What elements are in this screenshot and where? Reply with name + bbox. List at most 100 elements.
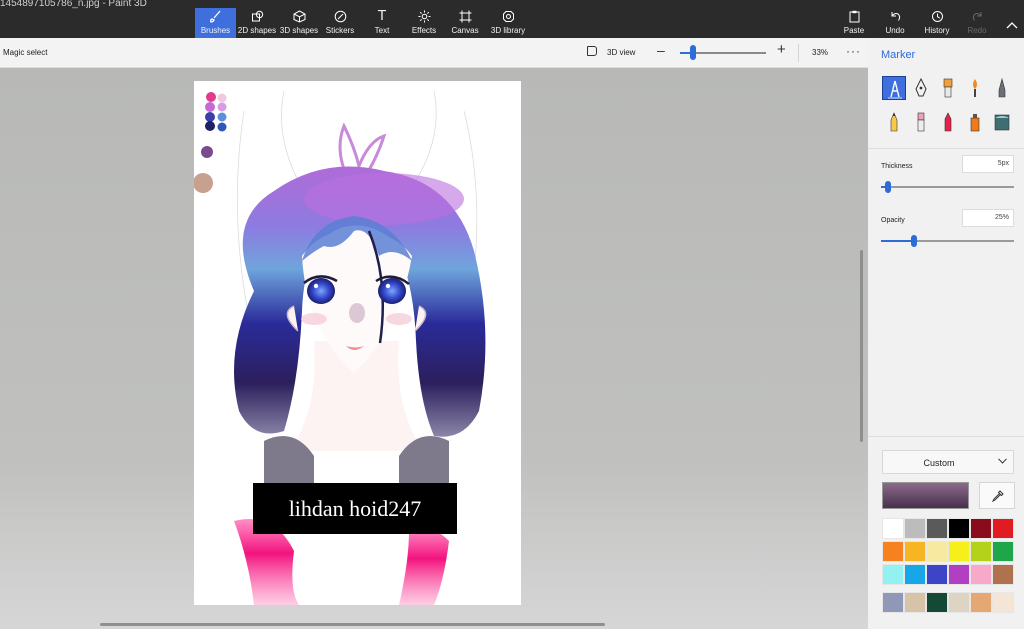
panel-title: Marker	[881, 49, 916, 61]
brush-icon	[209, 10, 222, 25]
calligraphy-pen-brush[interactable]	[909, 76, 933, 100]
palette-swatch[interactable]	[882, 541, 904, 562]
top-ribbon: 1454897105786_n.jpg - Paint 3D Brushes 2…	[0, 0, 1024, 38]
palette-swatch[interactable]	[970, 564, 992, 585]
paste-button[interactable]: Paste	[843, 8, 865, 38]
3d-library-tool[interactable]: 3D library	[490, 8, 526, 38]
spray-can-icon	[970, 114, 980, 132]
collapse-ribbon-icon[interactable]	[1006, 16, 1018, 34]
window-title: 1454897105786_n.jpg - Paint 3D	[0, 0, 147, 9]
palette-swatch[interactable]	[882, 518, 904, 539]
opacity-label: Opacity	[881, 217, 905, 224]
palette-swatch[interactable]	[904, 541, 926, 562]
brush-settings-panel: Marker Thickness 5px Opacity 25% Custom	[868, 38, 1024, 629]
palette-swatch[interactable]	[948, 518, 970, 539]
canvas-icon	[459, 10, 472, 25]
magic-select-button[interactable]: Magic select	[3, 48, 47, 57]
palette-swatch[interactable]	[948, 541, 970, 562]
color-mode-dropdown[interactable]: Custom	[882, 450, 1014, 474]
palette-swatch[interactable]	[904, 592, 926, 613]
crayon-icon	[944, 112, 952, 132]
paste-icon	[848, 10, 861, 25]
library-icon	[502, 10, 515, 25]
marker-icon	[888, 80, 902, 99]
history-button[interactable]: History	[923, 8, 951, 38]
pencil-brush[interactable]	[882, 110, 906, 134]
toolbar-divider	[798, 44, 799, 62]
drawing-canvas[interactable]: lihdan hoid247	[194, 81, 521, 605]
eraser-icon	[917, 112, 925, 132]
palette-swatch[interactable]	[904, 564, 926, 585]
palette-swatch[interactable]	[970, 518, 992, 539]
history-icon	[931, 10, 944, 25]
pencil-icon	[890, 112, 898, 132]
sticker-icon	[334, 10, 347, 25]
palette-swatch[interactable]	[970, 541, 992, 562]
undo-button[interactable]: Undo	[884, 8, 906, 38]
opacity-slider-fill	[881, 240, 915, 242]
palette-swatch[interactable]	[992, 592, 1014, 613]
palette-swatch[interactable]	[992, 564, 1014, 585]
color-mode-value: Custom	[923, 458, 955, 468]
text-tool[interactable]: T Text	[370, 8, 394, 38]
pen-icon	[915, 77, 927, 97]
redo-icon	[971, 10, 984, 25]
marker-brush[interactable]	[882, 76, 906, 100]
pixel-pen-brush[interactable]	[990, 76, 1014, 100]
text-icon: T	[378, 9, 386, 24]
palette-swatch[interactable]	[926, 564, 948, 585]
3d-view-toggle[interactable]: 3D view	[607, 48, 635, 57]
more-options-button[interactable]: ···	[846, 44, 861, 58]
oil-brush-icon	[943, 78, 953, 98]
crayon-brush[interactable]	[936, 110, 960, 134]
spray-can-brush[interactable]	[963, 110, 987, 134]
palette-swatch[interactable]	[882, 592, 904, 613]
palette-swatch[interactable]	[926, 541, 948, 562]
thickness-slider-thumb[interactable]	[884, 181, 891, 193]
pixel-pen-icon	[998, 77, 1006, 98]
horizontal-scrollbar[interactable]	[100, 623, 605, 626]
palette-swatch[interactable]	[926, 518, 948, 539]
eyedropper-icon	[992, 490, 1004, 502]
eyedropper-button[interactable]	[979, 482, 1015, 509]
shapes-2d-icon	[251, 10, 264, 25]
current-color-swatch[interactable]	[882, 482, 969, 509]
palette-swatch[interactable]	[992, 541, 1014, 562]
vertical-scrollbar[interactable]	[860, 250, 863, 442]
watermark-text: lihdan hoid247	[253, 483, 457, 534]
panel-divider	[868, 436, 1024, 437]
watercolor-icon	[973, 79, 977, 97]
eraser-brush[interactable]	[909, 110, 933, 134]
stickers-tool[interactable]: Stickers	[325, 8, 355, 38]
zoom-in-button[interactable]: +	[777, 41, 786, 58]
3d-view-icon[interactable]	[587, 46, 597, 56]
palette-swatch[interactable]	[970, 592, 992, 613]
palette-swatch[interactable]	[992, 518, 1014, 539]
undo-icon	[889, 10, 902, 25]
palette-swatch[interactable]	[904, 518, 926, 539]
watercolor-brush[interactable]	[963, 76, 987, 100]
secondary-toolbar: Magic select 3D view – + 33% ···	[0, 38, 868, 68]
oil-brush[interactable]	[936, 76, 960, 100]
palette-swatch[interactable]	[948, 592, 970, 613]
zoom-slider-thumb[interactable]	[689, 45, 696, 60]
thickness-slider-track[interactable]	[881, 186, 1014, 188]
zoom-out-button[interactable]: –	[657, 42, 665, 58]
cube-icon	[293, 10, 306, 25]
palette-swatch[interactable]	[948, 564, 970, 585]
palette-swatch[interactable]	[882, 564, 904, 585]
redo-button[interactable]: Redo	[966, 8, 988, 38]
3d-shapes-tool[interactable]: 3D shapes	[280, 8, 318, 38]
opacity-input[interactable]: 25%	[962, 209, 1014, 227]
zoom-percent[interactable]: 33%	[812, 48, 828, 57]
canvas-tool[interactable]: Canvas	[451, 8, 479, 38]
chevron-down-icon	[998, 456, 1007, 467]
panel-divider	[868, 148, 1024, 149]
fill-bucket-tool[interactable]	[990, 110, 1014, 134]
effects-tool[interactable]: Effects	[411, 8, 437, 38]
palette-swatch[interactable]	[926, 592, 948, 613]
opacity-slider-thumb[interactable]	[911, 235, 918, 247]
thickness-input[interactable]: 5px	[962, 155, 1014, 173]
brushes-tool[interactable]: Brushes	[195, 8, 236, 38]
2d-shapes-tool[interactable]: 2D shapes	[238, 8, 276, 38]
